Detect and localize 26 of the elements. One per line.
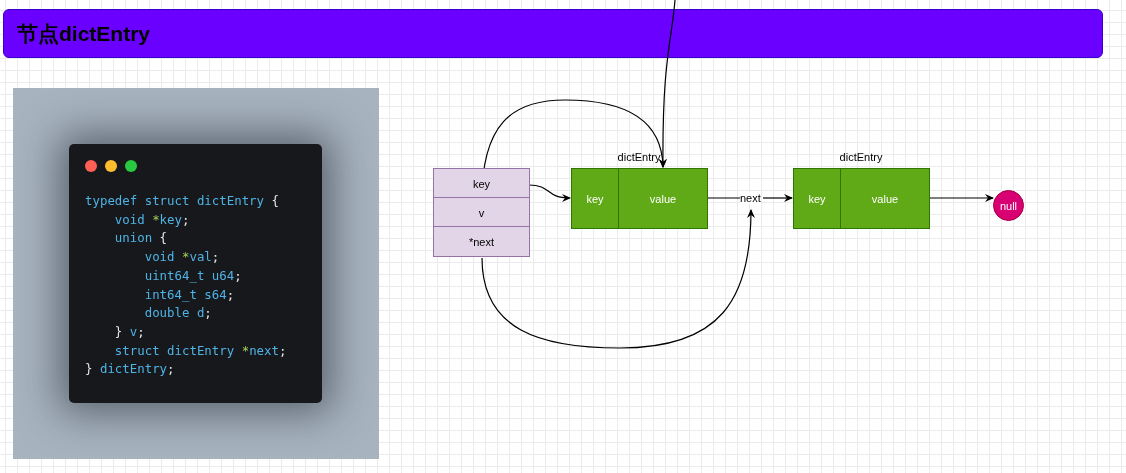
entry-key-cell: key [571,168,619,229]
window-dots-icon [85,160,137,172]
next-label: next [740,192,761,204]
null-node: null [993,190,1024,221]
struct-field: key [433,168,530,199]
code-line: } dictEntry; [85,360,175,379]
struct-field: *next [433,226,530,257]
entry-key-cell: key [793,168,841,229]
connector-arrow [762,194,793,202]
struct-field: v [433,197,530,228]
entry-label: dictEntry [839,151,883,163]
code-line: struct dictEntry *next; [113,341,287,360]
code-line: void *key; [113,210,190,229]
title-banner: 节点dictEntry [3,9,1103,58]
connector-line [706,197,741,199]
code-line: void *val; [143,248,220,267]
code-line: double d; [143,304,212,323]
code-line: typedef struct dictEntry { [85,192,279,210]
entry-label: dictEntry [617,151,661,163]
connector-arrow [928,194,994,202]
entry-value-cell: value [618,168,708,229]
code-line: } v; [113,322,145,341]
code-line: union { [113,229,168,248]
entry-value-cell: value [840,168,930,229]
code-line: uint64_t u64; [143,266,242,285]
code-line: int64_t s64; [143,285,235,304]
